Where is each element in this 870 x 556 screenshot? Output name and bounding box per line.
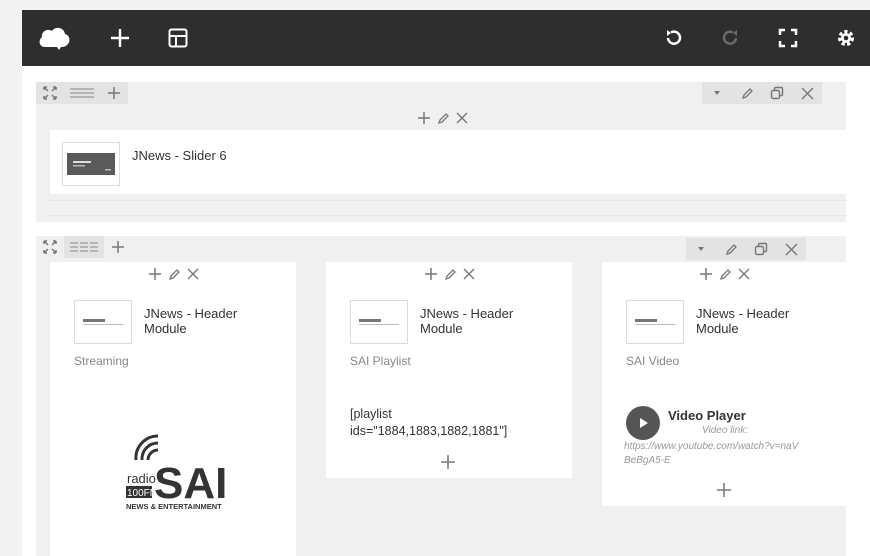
layout-columns-icon[interactable] bbox=[64, 236, 104, 258]
cloud-icon[interactable] bbox=[36, 22, 72, 54]
video-url: https://www.youtube.com/watch?v=naVBeBgA… bbox=[624, 441, 799, 466]
undo-icon[interactable] bbox=[660, 24, 688, 52]
fullscreen-icon[interactable] bbox=[774, 24, 802, 52]
add-element-icon[interactable] bbox=[424, 267, 438, 281]
close-icon[interactable] bbox=[792, 82, 822, 104]
header-module-element[interactable]: JNews - Header Module bbox=[74, 300, 254, 344]
element-thumbnail bbox=[626, 300, 684, 344]
element-subtitle: Streaming bbox=[74, 354, 129, 368]
top-toolbar bbox=[22, 10, 870, 66]
drag-handle-icon[interactable] bbox=[36, 236, 64, 258]
element-thumbnail bbox=[350, 300, 408, 344]
video-player-title: Video Player bbox=[668, 408, 746, 423]
edit-column-icon[interactable] bbox=[437, 112, 450, 125]
element-subtitle: SAI Video bbox=[626, 354, 680, 368]
pencil-icon[interactable] bbox=[716, 238, 746, 260]
element-name: JNews - Slider 6 bbox=[132, 148, 227, 163]
add-element-button[interactable] bbox=[716, 480, 732, 502]
left-rail bbox=[0, 66, 22, 556]
row-1-controls-left bbox=[36, 82, 128, 104]
row-2-column-2: JNews - Header Module SAI Playlist [play… bbox=[326, 262, 572, 478]
element-thumbnail bbox=[74, 300, 132, 344]
pencil-icon[interactable] bbox=[732, 82, 762, 104]
drag-handle-icon[interactable] bbox=[36, 82, 64, 104]
logo-radio-text: radio bbox=[127, 471, 156, 486]
add-column-icon[interactable] bbox=[104, 236, 132, 258]
column-controls[interactable] bbox=[684, 264, 764, 284]
clone-icon[interactable] bbox=[746, 238, 776, 260]
column-controls[interactable] bbox=[409, 264, 489, 284]
redo-icon[interactable] bbox=[716, 24, 744, 52]
delete-column-icon[interactable] bbox=[187, 268, 199, 280]
element-name: JNews - Header Module bbox=[696, 306, 790, 336]
delete-column-icon[interactable] bbox=[456, 112, 468, 124]
slider-element[interactable]: JNews - Slider 6 bbox=[62, 142, 227, 186]
add-element-icon[interactable] bbox=[148, 267, 162, 281]
header-module-element[interactable]: JNews - Header Module bbox=[350, 300, 530, 344]
element-subtitle: SAI Playlist bbox=[350, 354, 411, 368]
add-element-button[interactable] bbox=[440, 452, 456, 474]
row-2-column-3: JNews - Header Module SAI Video Video Pl… bbox=[602, 262, 846, 506]
row-1-controls-right bbox=[702, 82, 822, 104]
empty-row-strip bbox=[50, 200, 846, 216]
delete-column-icon[interactable] bbox=[738, 268, 750, 280]
plus-icon[interactable] bbox=[106, 24, 134, 52]
play-icon[interactable] bbox=[626, 406, 660, 440]
video-link-label: Video link: bbox=[702, 425, 748, 436]
logo-brand-text: SAI bbox=[154, 459, 227, 508]
header-module-element[interactable]: JNews - Header Module bbox=[626, 300, 806, 344]
caret-down-icon[interactable] bbox=[686, 238, 716, 260]
row-2-controls-left bbox=[36, 236, 132, 258]
caret-down-icon[interactable] bbox=[702, 82, 732, 104]
layout-icon[interactable] bbox=[164, 24, 192, 52]
element-name: JNews - Header Module bbox=[420, 306, 514, 336]
row-2-controls-right bbox=[686, 238, 806, 260]
edit-column-icon[interactable] bbox=[719, 268, 732, 281]
playlist-shortcode: [playlist ids="1884,1883,1882,1881"] bbox=[350, 407, 508, 438]
add-element-icon[interactable] bbox=[417, 111, 431, 125]
row-1-column: JNews - Slider 6 bbox=[50, 130, 846, 194]
row-2-column-1: JNews - Header Module Streaming radio 10… bbox=[50, 262, 296, 556]
builder-canvas: JNews - Slider 6 JNews - Header Module S… bbox=[22, 66, 870, 556]
column-controls[interactable] bbox=[133, 264, 213, 284]
element-name: JNews - Header Module bbox=[144, 306, 238, 336]
add-column-icon[interactable] bbox=[100, 82, 128, 104]
add-element-icon[interactable] bbox=[699, 267, 713, 281]
edit-column-icon[interactable] bbox=[444, 268, 457, 281]
row-1-column-controls[interactable] bbox=[402, 108, 482, 128]
layout-lines-icon[interactable] bbox=[64, 82, 100, 104]
logo-tagline: NEWS & ENTERTAINMENT bbox=[126, 502, 222, 511]
delete-column-icon[interactable] bbox=[463, 268, 475, 280]
edit-column-icon[interactable] bbox=[168, 268, 181, 281]
close-icon[interactable] bbox=[776, 238, 806, 260]
clone-icon[interactable] bbox=[762, 82, 792, 104]
radio-sai-logo: radio 100FM SAI NEWS & ENTERTAINMENT bbox=[114, 430, 244, 512]
gear-icon[interactable] bbox=[832, 24, 860, 52]
element-thumbnail bbox=[62, 142, 120, 186]
